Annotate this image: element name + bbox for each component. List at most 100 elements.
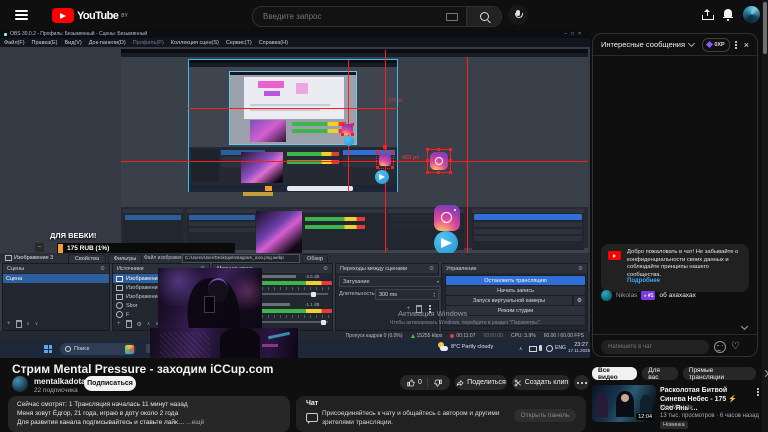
youtube-logo-text: YouTube bbox=[77, 10, 118, 22]
scissors-icon bbox=[514, 379, 522, 387]
taskbar-date: 17.11.2025 bbox=[568, 348, 588, 353]
open-chat-panel-button[interactable]: Открыть панель bbox=[514, 409, 576, 422]
obs-menu-item: Профиль(P) bbox=[133, 40, 164, 46]
instagram-source-selected bbox=[427, 149, 451, 173]
chat-teaser-box: Чат Присоединяйтесь к чату и общайтесь с… bbox=[296, 396, 586, 432]
chip-live-streams[interactable]: Прямые трансляции bbox=[683, 367, 756, 380]
notifications-bell-icon[interactable] bbox=[723, 8, 735, 21]
search-bar bbox=[252, 6, 502, 27]
live-timer: 00:11:07 bbox=[456, 333, 475, 339]
xp-badge[interactable]: 0XP bbox=[702, 38, 729, 52]
scrollbar-thumb[interactable] bbox=[763, 2, 767, 54]
chip-all-videos[interactable]: Все видео bbox=[592, 367, 637, 380]
description-more-link[interactable]: ...ещё bbox=[186, 419, 204, 426]
user-avatar[interactable] bbox=[743, 6, 760, 23]
chat-author-avatar[interactable] bbox=[601, 290, 612, 301]
related-video-channel[interactable]: KinoMix Lite bbox=[660, 405, 693, 411]
transition-select: Затухание▾ bbox=[339, 276, 443, 287]
hamburger-menu-icon[interactable] bbox=[15, 10, 28, 20]
subscribe-button[interactable]: Подписаться bbox=[84, 376, 136, 391]
chat-author-badge: ★ #1 bbox=[641, 291, 655, 300]
video-title: Стрим Mental Pressure - заходим iCCup.co… bbox=[12, 362, 273, 376]
voice-search-button[interactable] bbox=[508, 5, 528, 25]
create-clip-button[interactable]: Создать клип bbox=[512, 375, 570, 390]
taskbar-search-highlight-icon bbox=[125, 345, 134, 354]
rec-timer: 00:00:00 bbox=[483, 333, 502, 339]
obs-recursive-capture-l2 bbox=[188, 59, 398, 192]
live-chat-panel: Интересные сообщения 0XP × Добро пожалов… bbox=[592, 33, 758, 357]
new-badge: Новинка bbox=[660, 421, 688, 429]
related-thumbnail[interactable]: 12:04 bbox=[592, 385, 656, 422]
guide-distance-label: 423 px bbox=[402, 155, 419, 161]
upload-icon[interactable] bbox=[702, 9, 714, 20]
instagram-icon-selected bbox=[376, 151, 394, 169]
chat-mode-selector[interactable]: Интересные сообщения bbox=[601, 40, 685, 49]
dropped-frames: Пропуск кадров 0 (0.0%) bbox=[346, 333, 403, 339]
related-video-menu-icon[interactable] bbox=[756, 387, 760, 397]
chat-welcome-more-link[interactable]: Подробнее bbox=[627, 278, 660, 284]
more-icon bbox=[576, 381, 588, 385]
windows-activation-watermark: Активация Windows bbox=[398, 309, 467, 318]
related-filter-chips: Все видео Для вас Прямые трансляции bbox=[592, 367, 768, 380]
obs-menu-bar: Файл(F) Правка(E) Вид(V) Док-панели(D) П… bbox=[0, 38, 590, 47]
chat-message-text: об ахахахах bbox=[659, 292, 695, 299]
gem-icon bbox=[706, 41, 713, 48]
channel-subscribers: 22 подписчика bbox=[34, 387, 78, 394]
webcam-window-bottom bbox=[150, 328, 298, 358]
obs-menu-item: Файл(F) bbox=[4, 40, 25, 46]
heart-icon[interactable]: ♡ bbox=[731, 342, 740, 352]
obs-title-bar: OBS 30.0.2 - Профиль: Безымянный - Сцены… bbox=[0, 30, 590, 38]
share-button[interactable]: Поделиться bbox=[455, 375, 507, 390]
obs-menu-item: Правка(E) bbox=[32, 40, 58, 46]
more-actions-button[interactable] bbox=[574, 375, 589, 390]
obs-source-toolbar: Изображение 3 Свойства Фильтры Файл изоб… bbox=[0, 253, 590, 263]
youtube-logo[interactable]: YouTube BY bbox=[52, 8, 128, 23]
mixer-level-label: -1.1 dB bbox=[305, 302, 320, 307]
like-button[interactable]: 0 bbox=[402, 379, 427, 387]
transition-duration-spinner: 300 ms ▴▾ bbox=[375, 289, 439, 300]
source-browse-button: Обзор bbox=[302, 254, 328, 264]
fps-counter: 60.00 / 60.00 FPS bbox=[544, 333, 584, 339]
like-dislike-buttons: 0 bbox=[400, 375, 450, 390]
chat-scroll-down-icon[interactable] bbox=[741, 323, 748, 330]
chat-author-name[interactable]: Nikolas bbox=[616, 292, 637, 299]
chat-menu-icon[interactable] bbox=[734, 40, 738, 50]
keyboard-icon[interactable] bbox=[446, 13, 458, 21]
youtube-region-label: BY bbox=[121, 13, 128, 19]
dislike-button[interactable] bbox=[428, 379, 448, 387]
emoji-icon[interactable] bbox=[714, 341, 726, 353]
description-box[interactable]: Сейчас смотрят: 1 Трансляция началась 11… bbox=[8, 396, 290, 432]
search-icon bbox=[480, 12, 489, 21]
chevron-down-icon[interactable] bbox=[688, 40, 695, 47]
bitrate: 15255 kbps bbox=[417, 333, 443, 339]
chat-teaser-text: Присоединяйтесь к чату и общайтесь с авт… bbox=[322, 410, 512, 428]
instagram-icon bbox=[434, 205, 460, 231]
instagram-icon bbox=[341, 123, 354, 136]
video-player[interactable]: OBS 30.0.2 - Профиль: Безымянный - Сцены… bbox=[0, 30, 590, 358]
channel-avatar[interactable] bbox=[12, 376, 28, 392]
search-button[interactable] bbox=[466, 7, 501, 26]
obs-scenes-panel: Сцены⚙ Сцена +∧∨ bbox=[2, 263, 110, 331]
chat-welcome-text: Добро пожаловать в чат! Не забывайте о к… bbox=[627, 249, 743, 279]
search-input[interactable] bbox=[253, 12, 446, 21]
taskbar-weather: 8°C Partly cloudy bbox=[438, 342, 493, 352]
star-icon: ★ bbox=[643, 293, 647, 298]
obs-menu-item: Док-панели(D) bbox=[89, 40, 126, 46]
obs-menu-item: Коллекция сцен(S) bbox=[171, 40, 219, 46]
telegram-icon bbox=[344, 136, 354, 146]
channel-name[interactable]: mentalkadota1 bbox=[34, 377, 90, 386]
chat-input-row: ♡ bbox=[601, 340, 751, 354]
chat-header: Интересные сообщения 0XP × bbox=[593, 34, 757, 56]
mixer-level-label: -3.5 dB bbox=[305, 274, 320, 279]
chat-close-icon[interactable]: × bbox=[744, 40, 749, 50]
related-video-item[interactable]: 12:04 Расколотая Битвой Синева Небес - 1… bbox=[592, 385, 760, 430]
obs-window-title: OBS 30.0.2 - Профиль: Безымянный - Сцены… bbox=[10, 31, 147, 37]
youtube-play-icon bbox=[608, 251, 621, 260]
guide-line-vertical bbox=[467, 57, 468, 253]
obs-menu-item: Справка(H) bbox=[259, 40, 288, 46]
chips-scroll-right-icon[interactable] bbox=[762, 370, 768, 377]
chip-for-you[interactable]: Для вас bbox=[642, 367, 678, 380]
telegram-icon bbox=[375, 170, 389, 184]
chat-input[interactable] bbox=[601, 340, 709, 354]
chat-welcome-card: Добро пожаловать в чат! Не забывайте о к… bbox=[601, 244, 749, 292]
